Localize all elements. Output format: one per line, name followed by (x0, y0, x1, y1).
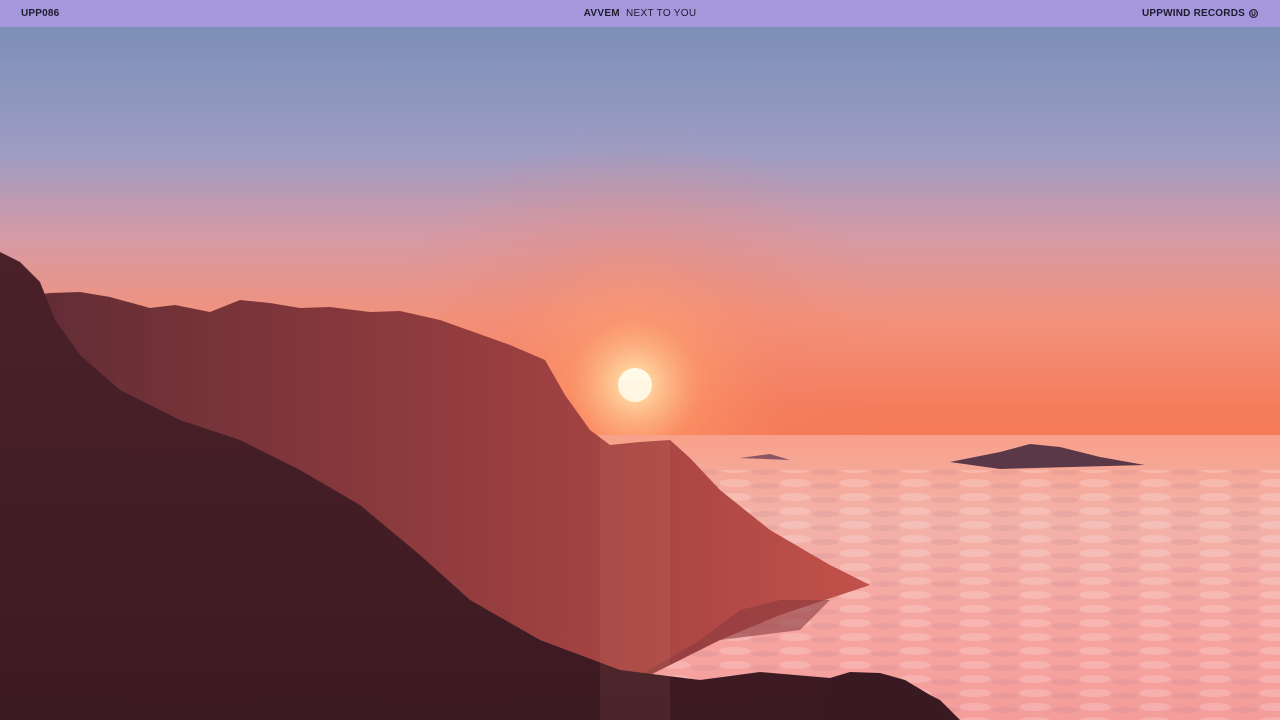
label-name: UPPWIND RECORDS (1141, 8, 1245, 19)
header-bar: UPP086 AVVEM NEXT TO YOU UPPWIND RECORDS (0, 0, 1280, 27)
label-logo-icon (1249, 9, 1258, 18)
record-label: UPPWIND RECORDS (1142, 8, 1258, 19)
artist-name: AVVEM (583, 8, 620, 19)
sunset-scene (0, 27, 1280, 720)
track-info: AVVEM NEXT TO YOU (0, 8, 1280, 19)
track-title: NEXT TO YOU (626, 8, 697, 19)
